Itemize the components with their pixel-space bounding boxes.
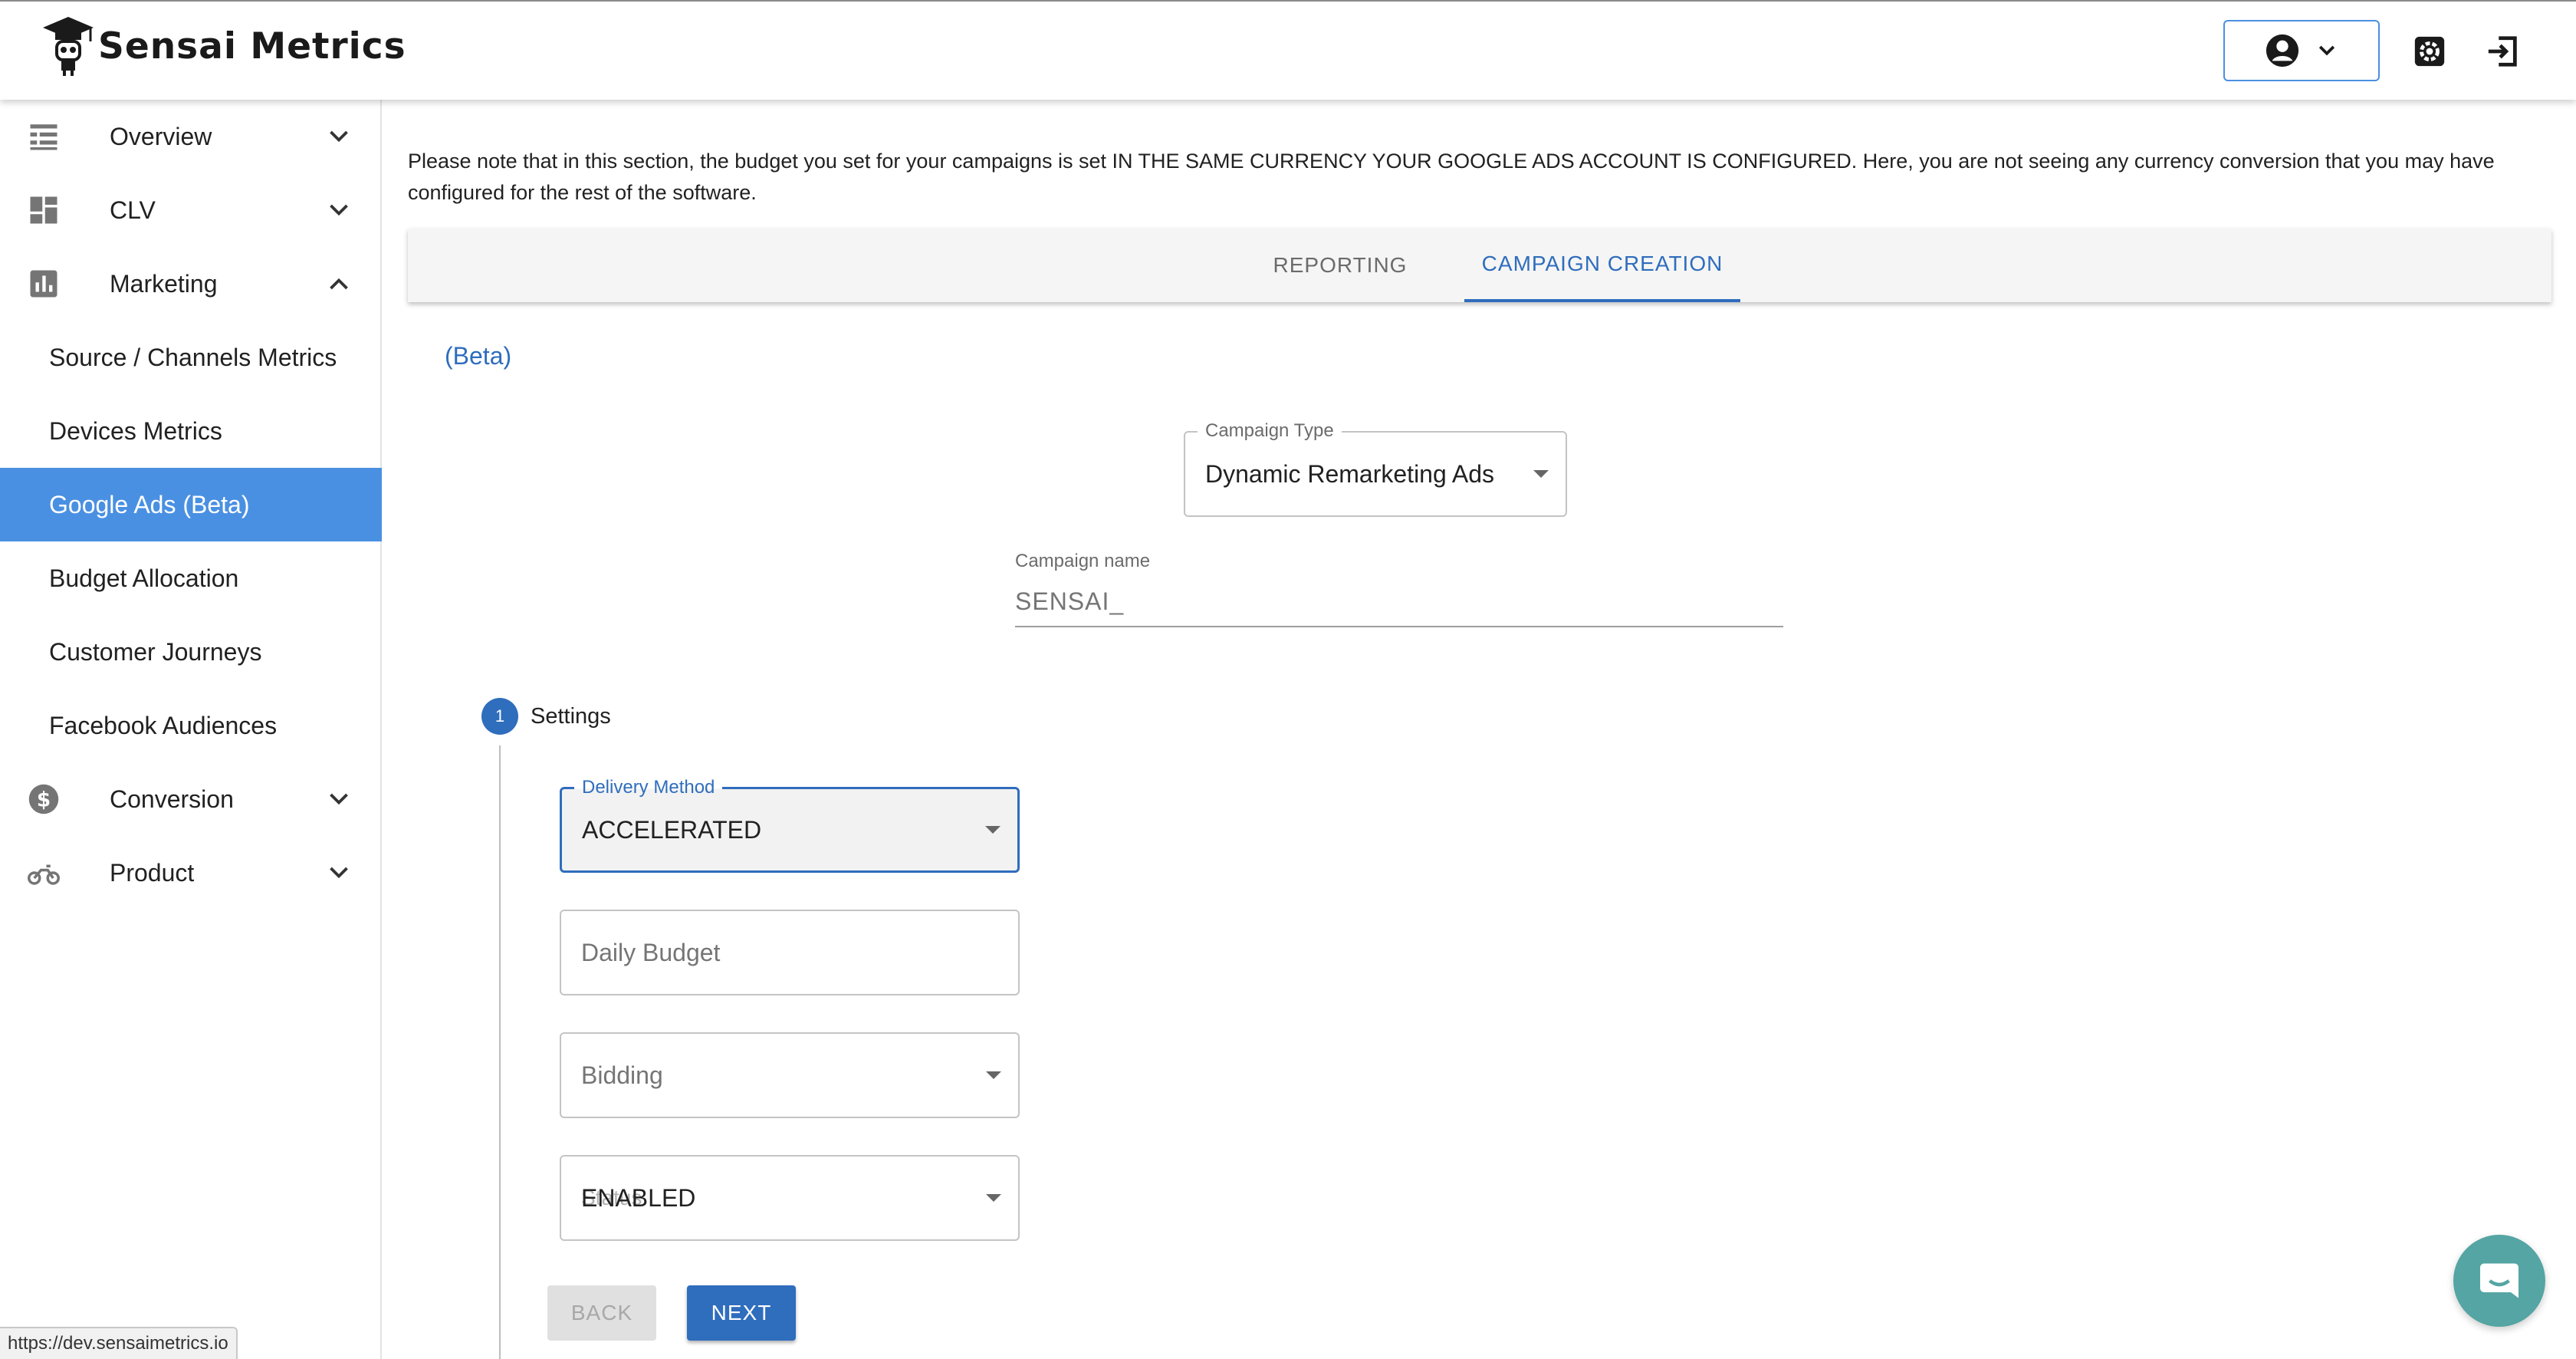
sidebar-item-label: Marketing (110, 269, 218, 298)
sidebar-item-conversion[interactable]: $ Conversion (0, 762, 382, 836)
chevron-down-icon (330, 867, 348, 879)
account-circle-icon (2266, 34, 2299, 67)
next-button[interactable]: NEXT (687, 1285, 796, 1341)
sidebar-item-label: Source / Channels Metrics (49, 343, 337, 371)
sidebar: Overview CLV Marketing Source / Channels… (0, 100, 382, 1359)
bidding-select[interactable]: Bidding (560, 1032, 1020, 1118)
back-button[interactable]: BACK (547, 1285, 656, 1341)
tab-reporting[interactable]: REPORTING (1248, 229, 1432, 302)
status-value: ENABLED (581, 1183, 696, 1212)
input-underline (1015, 626, 1783, 627)
campaign-type-select[interactable]: Campaign Type Dynamic Remarketing Ads (1184, 420, 1567, 517)
sidebar-item-customer-journeys[interactable]: Customer Journeys (0, 615, 382, 689)
logout-icon[interactable] (2486, 34, 2521, 69)
chevron-down-icon (2318, 45, 2335, 56)
sidebar-item-marketing[interactable]: Marketing (0, 247, 382, 321)
svg-text:$: $ (37, 789, 51, 812)
sidebar-item-label: Product (110, 858, 195, 887)
tab-label: REPORTING (1273, 253, 1408, 277)
beta-label: (Beta) (445, 342, 512, 370)
dropdown-arrow-icon (986, 1071, 1001, 1079)
sidebar-item-facebook-audiences[interactable]: Facebook Audiences (0, 689, 382, 762)
status-select[interactable]: Status ENABLED (560, 1155, 1020, 1241)
sidebar-item-clv[interactable]: CLV (0, 173, 382, 247)
logo[interactable]: Sensai Metrics (41, 15, 406, 77)
motorcycle-icon (28, 864, 60, 885)
campaign-name-field[interactable]: Campaign name SENSAI_ (1015, 551, 1783, 627)
chevron-down-icon (330, 204, 348, 216)
sidebar-item-label: Google Ads (Beta) (49, 490, 250, 518)
currency-notice: Please note that in this section, the bu… (408, 150, 2495, 204)
top-header: Sensai Metrics (0, 0, 2576, 100)
tab-campaign-creation[interactable]: CAMPAIGN CREATION (1464, 229, 1740, 302)
bar-chart-icon (30, 270, 58, 298)
delivery-method-select[interactable]: Delivery Method ACCELERATED (560, 777, 1020, 873)
app-root: Sensai Metrics Overview CLV Marketing So… (0, 0, 2576, 1359)
app-name: Sensai Metrics (98, 25, 406, 67)
chat-launcher-button[interactable] (2453, 1235, 2545, 1327)
sidebar-item-label: Conversion (110, 785, 234, 813)
daily-budget-input[interactable]: Daily Budget (560, 910, 1020, 995)
step-label[interactable]: Settings (531, 704, 611, 729)
chevron-up-icon (330, 278, 348, 290)
campaign-name-label: Campaign name (1015, 551, 1151, 571)
bidding-placeholder: Bidding (581, 1061, 663, 1089)
user-menu-button[interactable] (2223, 20, 2380, 81)
sidebar-item-devices-metrics[interactable]: Devices Metrics (0, 394, 382, 468)
dollar-icon: $ (28, 784, 59, 814)
sidebar-item-overview[interactable]: Overview (0, 100, 382, 173)
step-connector (499, 745, 501, 1359)
chevron-down-icon (330, 130, 348, 143)
sidebar-item-label: Customer Journeys (49, 637, 262, 666)
dropdown-arrow-icon (985, 826, 1001, 834)
sidebar-item-label: Overview (110, 122, 212, 150)
robot-graduate-icon (43, 17, 94, 76)
table-icon (30, 124, 58, 150)
sidebar-item-label: Devices Metrics (49, 416, 222, 445)
sidebar-item-label: Facebook Audiences (49, 711, 278, 739)
sidebar-item-product[interactable]: Product (0, 836, 382, 910)
chevron-down-icon (330, 793, 348, 805)
tab-label: CAMPAIGN CREATION (1481, 252, 1723, 275)
dropdown-arrow-icon (986, 1194, 1001, 1202)
dropdown-arrow-icon (1533, 470, 1549, 478)
sidebar-item-source-channels-metrics[interactable]: Source / Channels Metrics (0, 321, 382, 394)
dashboard-icon (30, 196, 58, 224)
sidebar-item-google-ads[interactable]: Google Ads (Beta) (0, 468, 382, 541)
sidebar-item-label: Budget Allocation (49, 564, 239, 592)
campaign-type-value: Dynamic Remarketing Ads (1205, 459, 1495, 488)
step-number-badge: 1 (481, 698, 518, 735)
settings-icon[interactable] (2412, 34, 2447, 69)
sidebar-item-label: CLV (110, 196, 156, 224)
chat-icon (2480, 1263, 2518, 1298)
delivery-method-value: ACCELERATED (582, 815, 762, 844)
sidebar-item-budget-allocation[interactable]: Budget Allocation (0, 541, 382, 615)
campaign-name-input[interactable]: SENSAI_ (1015, 587, 1124, 616)
status-bar-url: https://dev.sensaimetrics.io (0, 1327, 238, 1359)
daily-budget-placeholder: Daily Budget (581, 938, 721, 966)
tabs-bar: REPORTING CAMPAIGN CREATION (408, 229, 2551, 302)
